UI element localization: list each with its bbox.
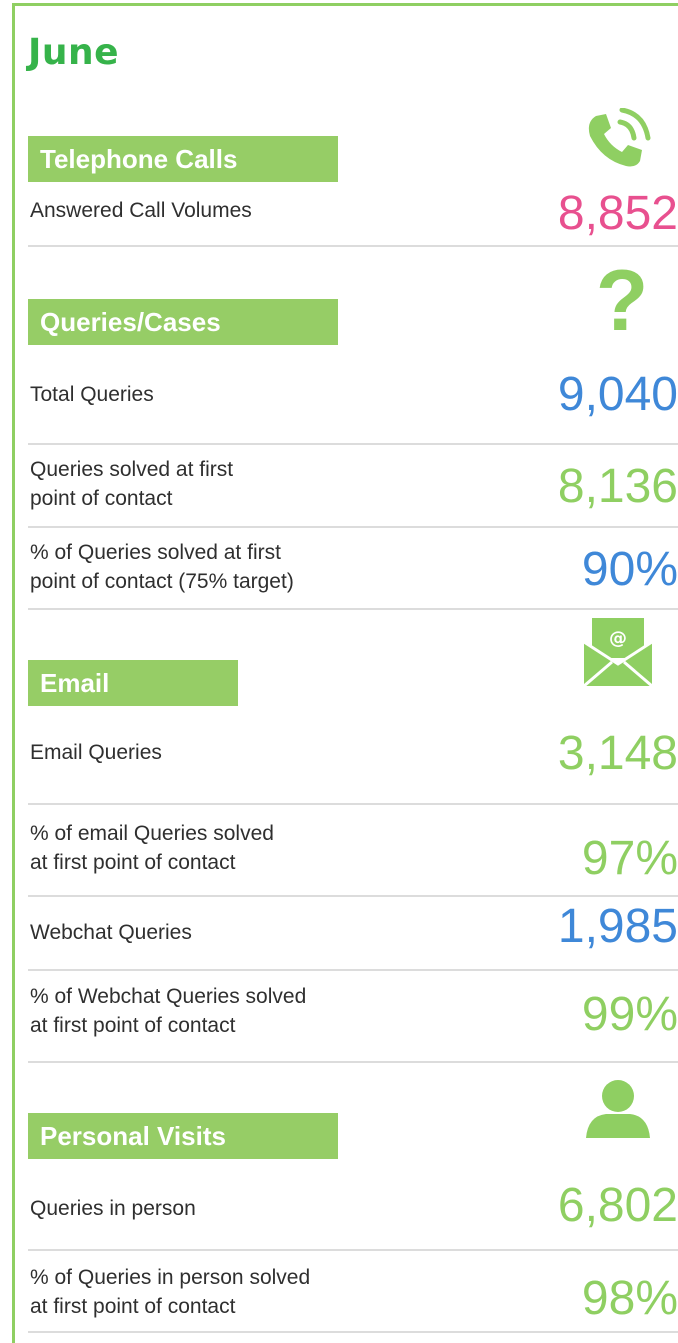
section-header-telephone-calls: Telephone Calls [28, 136, 338, 182]
stat-value: 3,148 [557, 727, 678, 780]
stat-value: 98% [581, 1272, 678, 1325]
stat-label: % of Queries in person solved at first po… [30, 1266, 311, 1318]
stat-row-percent-queries-solved: % of Queries solved at first point of con… [28, 528, 678, 610]
stat-value: 8,852 [557, 187, 678, 240]
stat-row-answered-calls: Answered Call Volumes 8,852 [28, 182, 678, 247]
stat-label: % of email Queries solved at first point … [30, 822, 274, 874]
section-header-label: Queries/Cases [40, 307, 221, 337]
stat-row-percent-webchat-solved: % of Webchat Queries solved at first poin… [28, 971, 678, 1063]
stat-label: Queries in person [30, 1197, 196, 1220]
section-header-label: Personal Visits [40, 1121, 226, 1151]
stat-row-webchat-queries: Webchat Queries 1,985 [28, 897, 678, 971]
stat-row-percent-email-solved: % of email Queries solved at first point … [28, 805, 678, 897]
section-header-email: Email [28, 660, 238, 706]
stat-value: 97% [581, 832, 678, 885]
section-header-label: Email [40, 668, 110, 698]
stat-label: Queries solved at first point of contact [30, 458, 234, 510]
stat-value: 8,136 [557, 460, 678, 513]
stat-label: Answered Call Volumes [30, 199, 252, 222]
stat-row-percent-in-person-solved: % of Queries in person solved at first po… [28, 1251, 678, 1333]
email-icon: @ [583, 618, 653, 688]
stat-label: % of Webchat Queries solved at first poin… [30, 985, 307, 1037]
stat-row-queries-in-person: Queries in person 6,802 [28, 1160, 678, 1251]
stat-value: 9,040 [557, 368, 678, 421]
svg-text:@: @ [609, 628, 627, 649]
section-header-queries-cases: Queries/Cases [28, 299, 338, 345]
stat-row-email-queries: Email Queries 3,148 [28, 704, 678, 805]
stat-value: 6,802 [557, 1179, 678, 1232]
stat-value: 99% [581, 988, 678, 1041]
page-title: June [28, 32, 120, 73]
question-mark-icon: ? [592, 250, 652, 350]
stat-row-queries-solved-first-contact: Queries solved at first point of contact … [28, 445, 678, 528]
person-icon [584, 1080, 652, 1138]
stat-label: Total Queries [30, 383, 154, 406]
section-header-personal-visits: Personal Visits [28, 1113, 338, 1159]
stat-label: Email Queries [30, 741, 162, 764]
stat-value: 90% [581, 543, 678, 596]
svg-text:?: ? [596, 253, 649, 349]
stat-label: % of Queries solved at first point of con… [30, 541, 294, 593]
stat-label: Webchat Queries [30, 921, 192, 944]
phone-icon [576, 107, 656, 170]
section-header-label: Telephone Calls [40, 144, 238, 174]
stat-value: 1,985 [557, 900, 678, 953]
stat-row-total-queries: Total Queries 9,040 [28, 345, 678, 445]
